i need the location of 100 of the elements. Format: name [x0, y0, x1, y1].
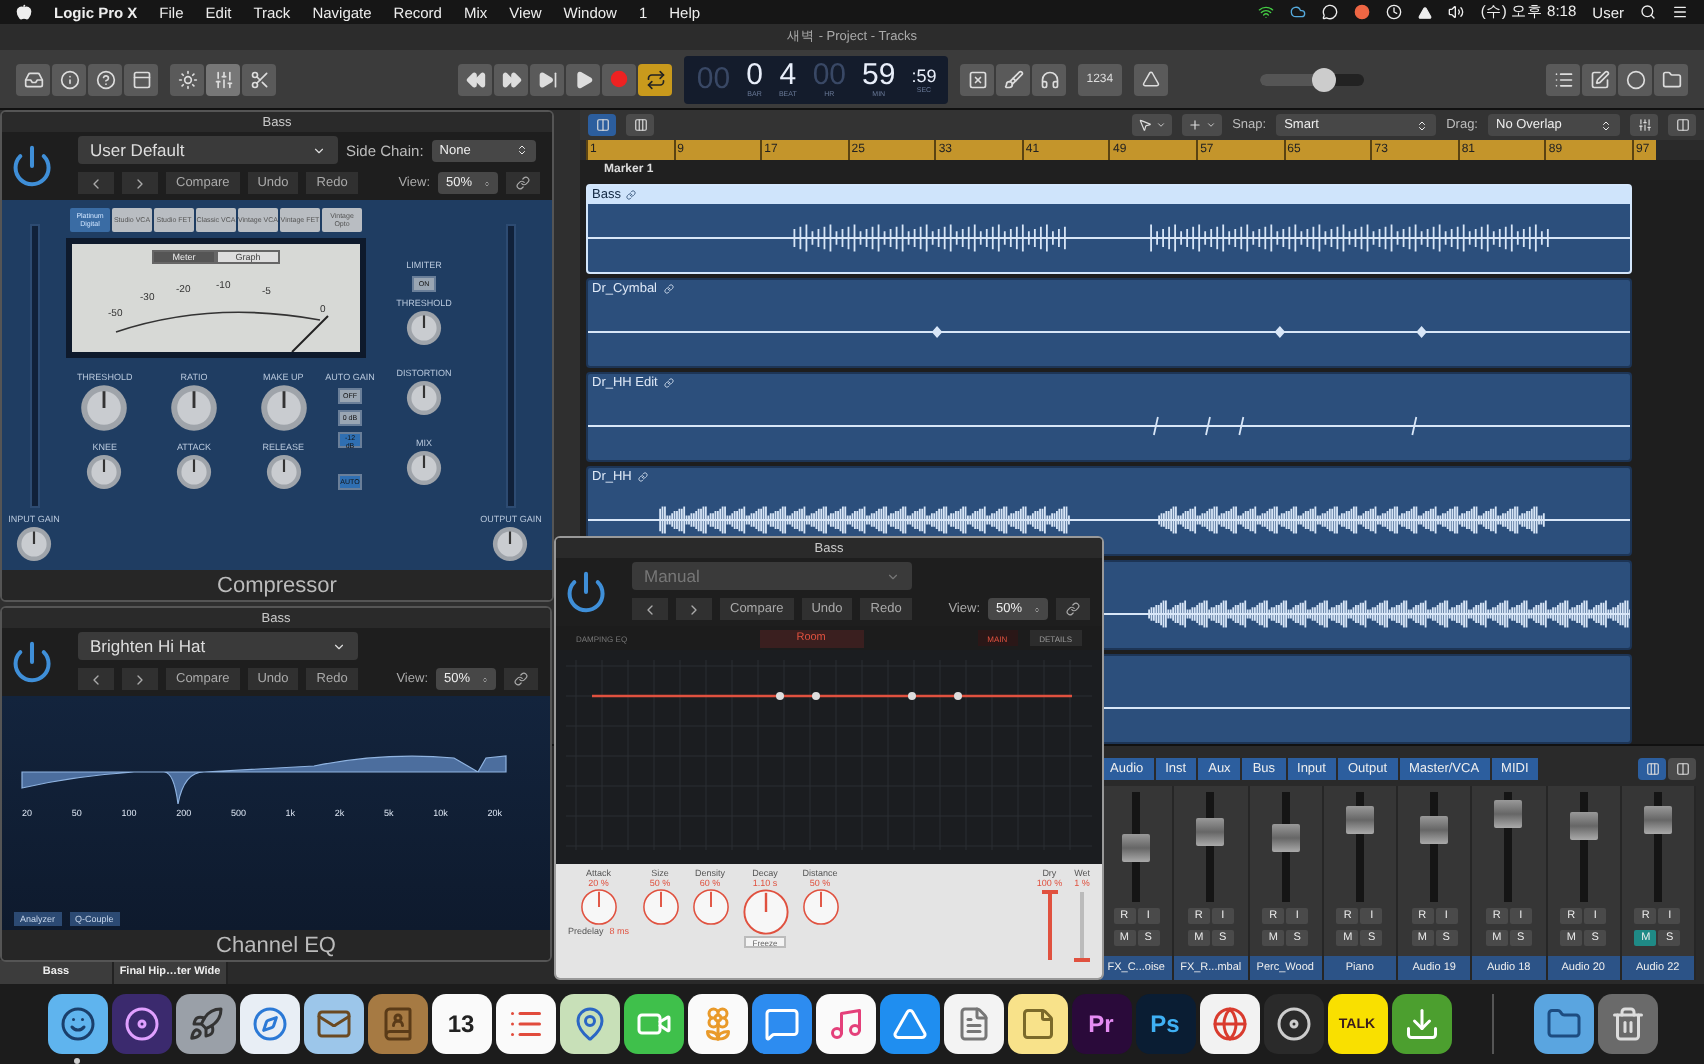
- fader-handle[interactable]: [1643, 806, 1672, 835]
- flex-button[interactable]: [588, 114, 616, 136]
- address-book-icon: [379, 1006, 415, 1042]
- replace-button[interactable]: [960, 63, 995, 95]
- fader-handle[interactable]: [1420, 815, 1449, 844]
- power-icon[interactable]: [564, 569, 608, 613]
- scissors-button[interactable]: [242, 63, 276, 95]
- knob[interactable]: [175, 453, 212, 489]
- chevron-icon: [312, 143, 326, 157]
- app-icon[interactable]: [47, 994, 107, 1064]
- previous-button[interactable]: [78, 668, 114, 690]
- knob[interactable]: [492, 526, 529, 562]
- eq-node[interactable]: [776, 692, 784, 700]
- knob[interactable]: [15, 526, 52, 562]
- knob[interactable]: [86, 453, 123, 489]
- knob[interactable]: [405, 310, 442, 346]
- play-button[interactable]: [566, 63, 601, 95]
- fader-handle[interactable]: [1196, 817, 1225, 846]
- library-button[interactable]: [16, 63, 50, 95]
- fader-handle[interactable]: [1122, 833, 1151, 861]
- browser-button[interactable]: [1654, 63, 1689, 95]
- plugin-name: Compressor: [217, 573, 337, 597]
- chevron-right-icon: [686, 601, 702, 617]
- rocket-icon: [187, 1006, 223, 1042]
- status-icon[interactable]: [1354, 4, 1371, 20]
- menu-icon[interactable]: [1672, 4, 1688, 20]
- fader-track[interactable]: [1047, 892, 1052, 960]
- eq-node[interactable]: [908, 692, 916, 700]
- power-icon[interactable]: [10, 143, 54, 187]
- eq-node[interactable]: [954, 692, 962, 700]
- waveform-zoom-button[interactable]: [1630, 114, 1658, 136]
- fader-track[interactable]: [1080, 892, 1085, 960]
- knob[interactable]: [691, 888, 730, 926]
- marquee-tool[interactable]: [1182, 114, 1223, 136]
- narrow-view-button[interactable]: [1668, 758, 1696, 780]
- catch-button[interactable]: [626, 114, 654, 136]
- loop-button[interactable]: [1618, 63, 1653, 95]
- clock-icon[interactable]: [1386, 4, 1403, 20]
- knob[interactable]: [265, 453, 302, 489]
- chevron-left-icon: [642, 601, 658, 617]
- wide-view-button[interactable]: [1638, 758, 1666, 780]
- list-button[interactable]: [1546, 63, 1581, 95]
- fader-handle[interactable]: [1569, 811, 1598, 839]
- next-button[interactable]: [676, 598, 712, 620]
- slider-thumb[interactable]: [1311, 67, 1336, 91]
- help-button[interactable]: [88, 63, 122, 95]
- toolbar-button[interactable]: [124, 63, 158, 95]
- knob[interactable]: [801, 888, 840, 926]
- knob[interactable]: [80, 384, 129, 432]
- solo-button[interactable]: [1032, 63, 1067, 95]
- knob[interactable]: [169, 384, 218, 432]
- zoom-button[interactable]: [1668, 114, 1696, 136]
- knob[interactable]: [741, 888, 790, 936]
- loop-icon: [637, 472, 648, 482]
- fader-thumb[interactable]: [1074, 957, 1091, 962]
- cycle-button[interactable]: [638, 63, 673, 95]
- rewind-button[interactable]: [458, 63, 493, 95]
- smart-controls-button[interactable]: [170, 63, 204, 95]
- previous-button[interactable]: [632, 598, 668, 620]
- preset-menu[interactable]: User Default: [78, 136, 338, 164]
- eq-node[interactable]: [812, 692, 820, 700]
- forward-button[interactable]: [494, 63, 529, 95]
- fader-handle[interactable]: [1494, 800, 1523, 828]
- metronome-button[interactable]: [1133, 63, 1168, 95]
- play-icon: [573, 69, 594, 89]
- link-button[interactable]: [1056, 598, 1090, 620]
- info-button[interactable]: [52, 63, 86, 95]
- knob[interactable]: [579, 888, 618, 926]
- link-button[interactable]: [504, 668, 538, 690]
- knob[interactable]: [406, 380, 442, 416]
- help-icon: [95, 69, 115, 89]
- columns-icon: [595, 118, 609, 132]
- previous-button[interactable]: [78, 172, 114, 194]
- skip-button[interactable]: [530, 63, 565, 95]
- signal-icon[interactable]: [1258, 4, 1275, 20]
- link-button[interactable]: [506, 172, 540, 194]
- next-button[interactable]: [122, 668, 158, 690]
- search-icon[interactable]: [1640, 4, 1656, 20]
- eject-icon[interactable]: [1418, 5, 1433, 19]
- lcd-digits: 4: [779, 60, 797, 90]
- preset-menu[interactable]: Brighten Hi Hat: [78, 632, 358, 660]
- chat-icon[interactable]: [1322, 4, 1339, 20]
- brush-button[interactable]: [996, 63, 1031, 95]
- power-icon[interactable]: [10, 639, 54, 683]
- next-button[interactable]: [122, 172, 158, 194]
- volume-icon[interactable]: [1448, 4, 1465, 20]
- chat-bubble-icon: [763, 1006, 799, 1042]
- knob[interactable]: [641, 888, 680, 926]
- pointer-tool[interactable]: [1132, 114, 1173, 136]
- cloud-icon[interactable]: [1290, 4, 1307, 20]
- mixer-button[interactable]: [206, 63, 240, 95]
- notepad-button[interactable]: [1582, 63, 1617, 95]
- knob[interactable]: [259, 384, 308, 432]
- info-icon: [59, 69, 79, 89]
- columns-icon: [1645, 762, 1659, 776]
- fader-handle[interactable]: [1345, 805, 1374, 834]
- apple-icon[interactable]: [16, 4, 32, 20]
- knob[interactable]: [406, 450, 442, 486]
- fader-handle[interactable]: [1271, 824, 1300, 853]
- volume-slider[interactable]: [1259, 73, 1364, 85]
